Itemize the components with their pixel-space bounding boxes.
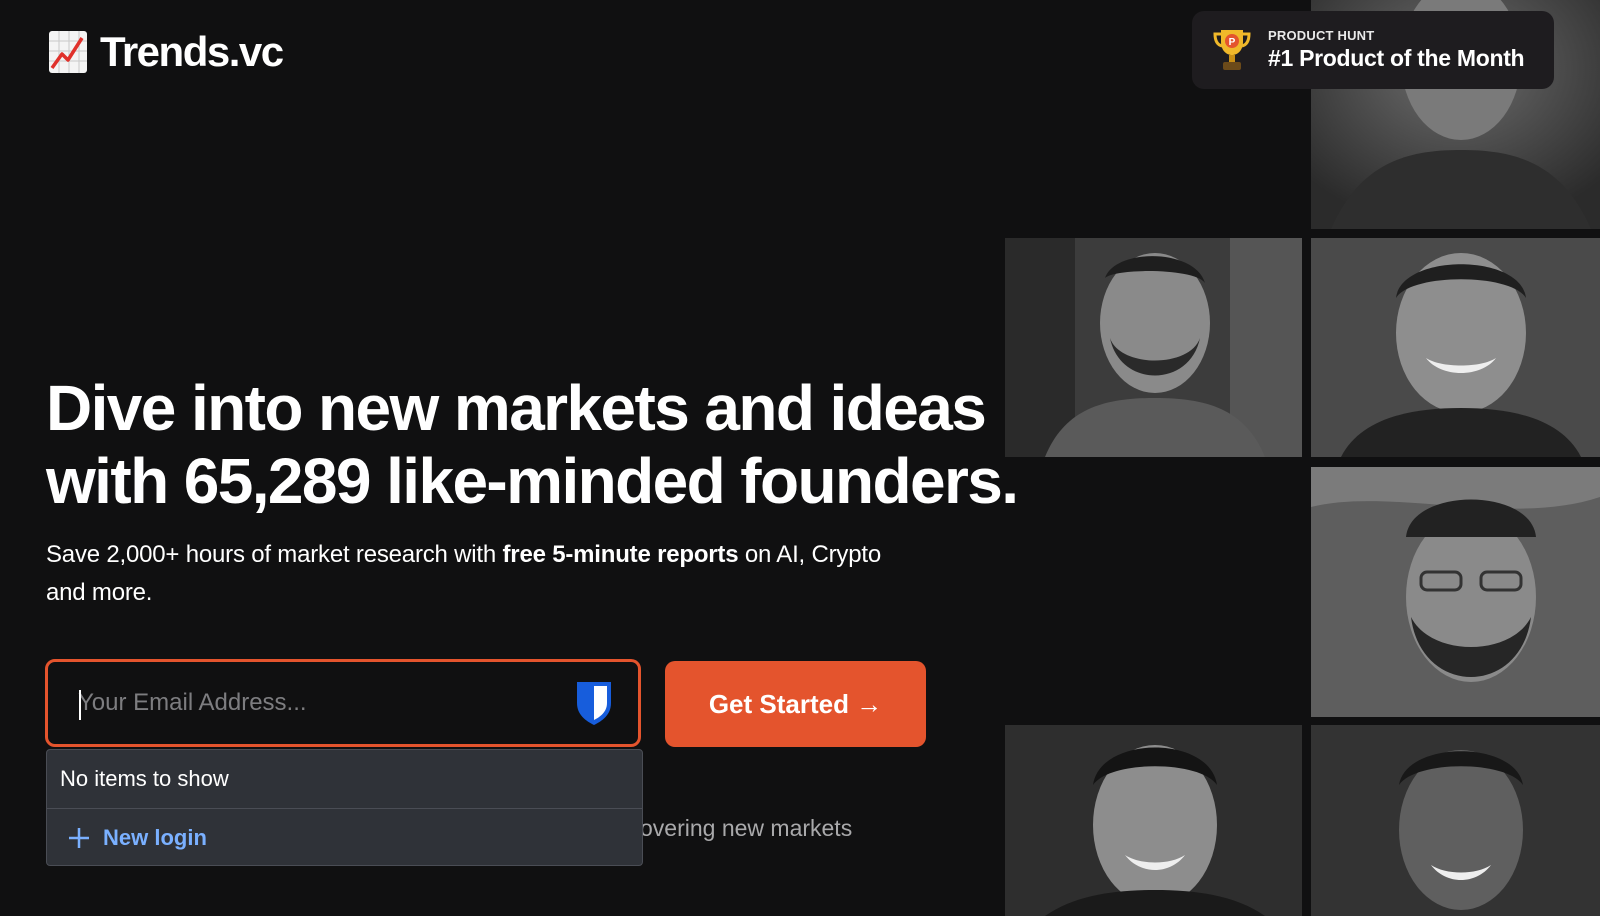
email-field-wrapper (45, 659, 641, 747)
hero-subhead: Save 2,000+ hours of market research wit… (46, 536, 886, 612)
svg-text:P: P (1229, 37, 1236, 48)
landing-page: Trends.vc P PRODUCT HUNT #1 Product of t… (0, 0, 1600, 916)
founder-photo (1311, 238, 1600, 457)
email-input[interactable] (78, 673, 574, 733)
brand-logo[interactable]: Trends.vc (48, 28, 284, 76)
badge-title: #1 Product of the Month (1268, 45, 1525, 71)
subhead-emphasis: free 5-minute reports (502, 541, 739, 568)
brand-name: Trends.vc (100, 28, 284, 75)
hero-headline: Dive into new markets and ideas with 65,… (46, 372, 1019, 518)
autofill-empty-message: No items to show (47, 750, 642, 809)
social-proof-text: overing new markets (640, 815, 853, 841)
get-started-button[interactable]: Get Started → (665, 661, 926, 747)
headline-line-2: with 65,289 like-minded founders. (46, 445, 1019, 517)
trophy-icon: P (1213, 30, 1251, 70)
product-hunt-badge[interactable]: P PRODUCT HUNT #1 Product of the Month (1192, 11, 1554, 89)
plus-icon (69, 827, 89, 848)
chart-increasing-icon (49, 31, 87, 73)
founder-photo (1005, 725, 1302, 916)
text-caret (79, 690, 81, 720)
new-login-button[interactable]: New login (47, 809, 642, 865)
founder-photo (1005, 238, 1302, 457)
headline-line-1: Dive into new markets and ideas (46, 372, 987, 444)
badge-kicker: PRODUCT HUNT (1268, 28, 1375, 43)
autofill-dropdown: No items to show New login (46, 749, 643, 866)
subhead-text: Save 2,000+ hours of market research wit… (46, 541, 503, 568)
new-login-label: New login (103, 824, 207, 850)
bitwarden-shield-icon[interactable] (574, 679, 614, 727)
founder-photo (1311, 467, 1600, 717)
founder-photo (1311, 725, 1600, 916)
